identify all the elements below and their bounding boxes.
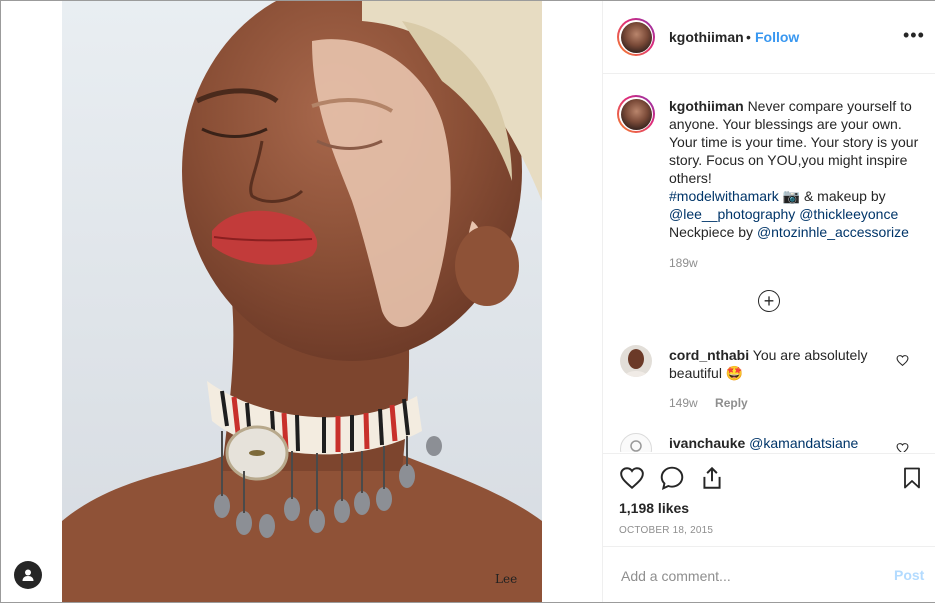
add-comment-input[interactable] xyxy=(619,565,873,587)
add-comment-bar: Post xyxy=(603,546,935,603)
comment-icon[interactable] xyxy=(659,465,685,491)
follow-button[interactable]: Follow xyxy=(755,29,799,45)
comment-username[interactable]: cord_nthabi xyxy=(669,347,749,363)
caption-text-3: Neckpiece by xyxy=(669,224,754,240)
comment-meta: 149w Reply xyxy=(669,396,748,410)
hashtag-link[interactable]: #modelwithamark xyxy=(669,188,779,204)
heart-icon[interactable] xyxy=(619,465,645,491)
author-avatar[interactable] xyxy=(617,18,655,56)
photo-illustration: Lee xyxy=(62,1,542,602)
comment-mention[interactable]: @kamandatsiane xyxy=(749,435,858,451)
post-modal: Lee kgothiiman • Follow ••• kgothiiman N… xyxy=(0,0,935,603)
post-caption: kgothiiman Never compare yourself to any… xyxy=(669,97,919,241)
plus-circle-icon[interactable]: + xyxy=(758,290,780,312)
mention-link-3[interactable]: @ntozinhle_accessorize xyxy=(757,224,909,240)
author-username[interactable]: kgothiiman xyxy=(669,29,744,45)
post-side-panel: kgothiiman • Follow ••• kgothiiman Never… xyxy=(602,1,935,602)
load-more-symbol: + xyxy=(763,290,775,311)
share-icon[interactable] xyxy=(699,465,725,491)
post-actions: 1,198 likes OCTOBER 18, 2015 xyxy=(603,453,935,547)
camera-emoji: 📷 xyxy=(782,188,801,204)
mention-link-2[interactable]: @thickleeyonce xyxy=(799,206,898,222)
left-gutter xyxy=(1,1,62,602)
comment-like-icon[interactable] xyxy=(896,442,909,452)
post-date[interactable]: OCTOBER 18, 2015 xyxy=(619,525,713,536)
account-button[interactable] xyxy=(14,561,42,589)
comment-item: cord_nthabi You are absolutely beautiful… xyxy=(669,346,884,382)
user-icon xyxy=(22,569,34,581)
comments-section[interactable]: kgothiiman Never compare yourself to any… xyxy=(603,74,935,452)
caption-text-2: & makeup by xyxy=(803,188,886,204)
comment-like-icon[interactable] xyxy=(896,354,909,367)
more-options-icon[interactable]: ••• xyxy=(903,25,925,46)
comment-avatar[interactable] xyxy=(620,345,652,377)
comment-timestamp[interactable]: 149w xyxy=(669,396,698,410)
caption-avatar[interactable] xyxy=(617,95,655,133)
comment-item: ivanchauke @kamandatsiane xyxy=(669,434,884,452)
reply-button[interactable]: Reply xyxy=(715,396,748,410)
caption-username[interactable]: kgothiiman xyxy=(669,98,744,114)
header-separator: • xyxy=(746,29,751,45)
post-image[interactable]: Lee xyxy=(62,1,542,602)
mention-link-1[interactable]: @lee__photography xyxy=(669,206,795,222)
post-header: kgothiiman • Follow ••• xyxy=(603,1,935,74)
bookmark-icon[interactable] xyxy=(900,465,924,491)
comment-avatar[interactable] xyxy=(620,433,652,452)
likes-count[interactable]: 1,198 likes xyxy=(619,500,689,516)
comment-username[interactable]: ivanchauke xyxy=(669,435,745,451)
star-struck-emoji: 🤩 xyxy=(725,365,744,381)
caption-timestamp[interactable]: 189w xyxy=(669,256,698,270)
post-comment-button[interactable]: Post xyxy=(894,567,924,583)
photo-watermark: Lee xyxy=(495,572,517,586)
